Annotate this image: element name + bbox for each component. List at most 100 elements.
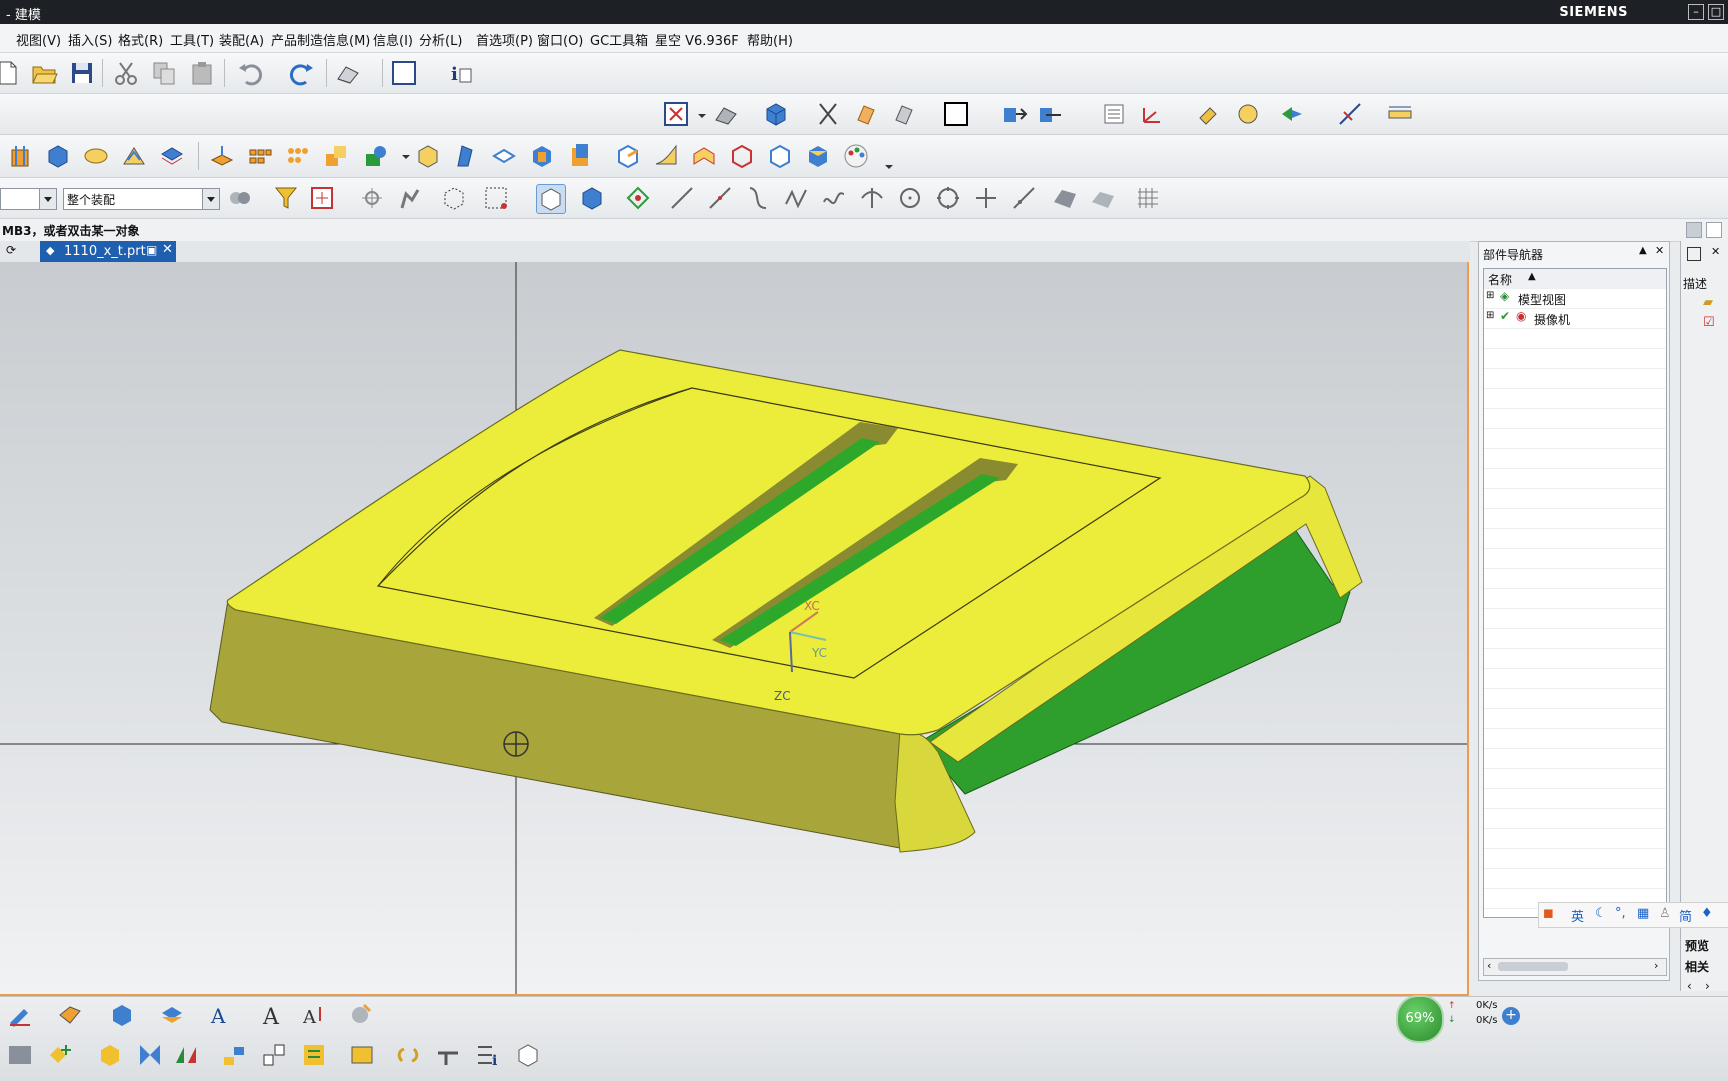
offset-face-icon[interactable] — [208, 142, 236, 170]
box-select-icon[interactable] — [440, 184, 468, 212]
rect-select-icon[interactable] — [482, 184, 510, 212]
circle-center-icon[interactable] — [896, 184, 924, 212]
trim-body-icon[interactable] — [414, 142, 442, 170]
through-curves-icon[interactable] — [690, 142, 718, 170]
fit-view-dropdown[interactable] — [698, 114, 706, 118]
prev-icon[interactable]: ‹ — [1687, 979, 1692, 993]
cylinder-icon[interactable] — [82, 142, 110, 170]
sync-modeling-icon[interactable] — [614, 142, 642, 170]
menu-info[interactable]: 信息(I) — [373, 30, 413, 49]
draft-icon[interactable] — [452, 142, 480, 170]
solid-cube-icon[interactable] — [762, 100, 790, 128]
related-label[interactable]: 相关 — [1685, 958, 1709, 975]
type-filter-combo[interactable] — [0, 188, 57, 210]
menu-insert[interactable]: 插入(S) — [68, 30, 112, 49]
thicken-icon[interactable] — [528, 142, 556, 170]
window-icon[interactable] — [1687, 247, 1701, 261]
bounded-grid-icon[interactable] — [1088, 184, 1116, 212]
menu-view[interactable]: 视图(V) — [16, 30, 61, 49]
robot-icon[interactable] — [396, 184, 424, 212]
snap-point-icon[interactable] — [308, 184, 336, 212]
menu-gc-toolbox[interactable]: GC工具箱 — [590, 30, 648, 49]
edit-section-icon[interactable] — [852, 100, 880, 128]
graphics-window[interactable]: XC YC ZC — [0, 262, 1469, 996]
usage-gauge[interactable]: 69% — [1396, 995, 1444, 1043]
restore-button[interactable]: □ — [1708, 4, 1724, 20]
horizontal-scrollbar[interactable]: ‹ › — [1483, 958, 1667, 976]
menu-window[interactable]: 窗口(O) — [537, 30, 583, 49]
checkbox-icon[interactable]: ☑ — [1703, 315, 1715, 330]
explode-view-icon[interactable] — [220, 1041, 248, 1069]
cut-icon[interactable] — [112, 59, 140, 87]
arrangement-icon[interactable] — [514, 1041, 542, 1069]
expand-icon[interactable]: ⊞ — [1486, 310, 1494, 321]
ime-logo-icon[interactable]: ◼ — [1543, 906, 1554, 921]
menu-help[interactable]: 帮助(H) — [747, 30, 793, 49]
redo-icon[interactable] — [288, 59, 316, 87]
tab-pin-icon[interactable]: ▣ — [146, 243, 157, 257]
color-swatch-icon[interactable] — [942, 100, 970, 128]
wireframe-cube-icon[interactable] — [728, 142, 756, 170]
save-icon[interactable] — [68, 59, 96, 87]
selection-scope-combo[interactable]: 整个装配 — [63, 188, 220, 210]
object-display-icon[interactable] — [1234, 100, 1262, 128]
font-icon[interactable]: A — [260, 1001, 288, 1029]
scroll-thumb[interactable] — [1498, 962, 1568, 971]
pattern-geometry-icon[interactable] — [284, 142, 312, 170]
layer-icon[interactable] — [158, 1001, 186, 1029]
drafting-standards-icon[interactable] — [346, 1001, 374, 1029]
palette-dropdown[interactable] — [885, 165, 893, 169]
route-icon[interactable] — [434, 1041, 462, 1069]
menu-assembly[interactable]: 装配(A) — [219, 30, 264, 49]
measure-length-icon[interactable] — [1386, 100, 1414, 128]
feature-cube-icon[interactable] — [804, 142, 832, 170]
ime-punct-icon[interactable]: °, — [1615, 906, 1626, 921]
edge-blend-icon[interactable] — [120, 142, 148, 170]
layer-settings-icon[interactable] — [1100, 100, 1128, 128]
faceted-body-icon[interactable] — [536, 184, 566, 214]
drawing-sheet-icon[interactable] — [6, 1041, 34, 1069]
line-icon[interactable] — [668, 184, 696, 212]
snap-points-icon[interactable] — [624, 184, 652, 212]
paste-icon[interactable] — [188, 59, 216, 87]
undo-icon[interactable] — [236, 59, 264, 87]
block-icon[interactable] — [44, 142, 72, 170]
new-file-icon[interactable] — [0, 59, 22, 87]
surface-icon[interactable] — [652, 142, 680, 170]
orient-select-icon[interactable] — [358, 184, 386, 212]
open-folder-icon[interactable] — [30, 59, 58, 87]
solid-body-icon[interactable] — [578, 184, 606, 212]
spline-icon[interactable] — [820, 184, 848, 212]
close-strip-icon[interactable]: ✕ — [1711, 245, 1720, 258]
palette-icon[interactable] — [842, 142, 870, 170]
extrude-icon[interactable] — [6, 142, 34, 170]
grid-icon[interactable] — [1134, 184, 1162, 212]
subtract-icon[interactable] — [362, 142, 390, 170]
existing-point-icon[interactable] — [972, 184, 1000, 212]
close-tab-icon[interactable]: ✕ — [162, 242, 173, 257]
add-component-icon[interactable] — [46, 1041, 74, 1069]
sew-icon[interactable] — [490, 142, 518, 170]
checkmark-icon[interactable]: ✔ — [1500, 309, 1510, 323]
menu-analysis[interactable]: 分析(L) — [419, 30, 462, 49]
column-header-name[interactable]: 名称 ▲ — [1484, 269, 1666, 289]
menu-pmi[interactable]: 产品制造信息(M) — [271, 30, 370, 49]
constraint-icon[interactable] — [136, 1041, 164, 1069]
link-icon[interactable] — [394, 1041, 422, 1069]
expand-icon[interactable]: ⊞ — [1486, 290, 1494, 301]
shell-icon[interactable] — [158, 142, 186, 170]
text-size-icon[interactable]: A — [300, 1001, 328, 1029]
edit-object-icon[interactable] — [1196, 100, 1224, 128]
add-icon[interactable]: + — [1502, 1007, 1520, 1025]
assembly-info-icon[interactable]: i — [474, 1041, 502, 1069]
collapse-icon[interactable]: ▲ — [1639, 245, 1647, 256]
quadrant-point-icon[interactable] — [934, 184, 962, 212]
point-on-curve-icon[interactable] — [1010, 184, 1038, 212]
filter-funnel-icon[interactable] — [272, 184, 300, 212]
tree-node-model-views[interactable]: ⊞ ◈ 模型视图 — [1484, 289, 1666, 309]
sketch-icon[interactable] — [6, 1001, 34, 1029]
intersection-icon[interactable] — [858, 184, 886, 212]
network-monitor-widget[interactable]: 69% ↑ ↓ 0K/s 0K/s + — [1396, 995, 1524, 1043]
ime-english-toggle[interactable]: 英 — [1571, 906, 1584, 925]
measure-distance-icon[interactable] — [1336, 100, 1364, 128]
